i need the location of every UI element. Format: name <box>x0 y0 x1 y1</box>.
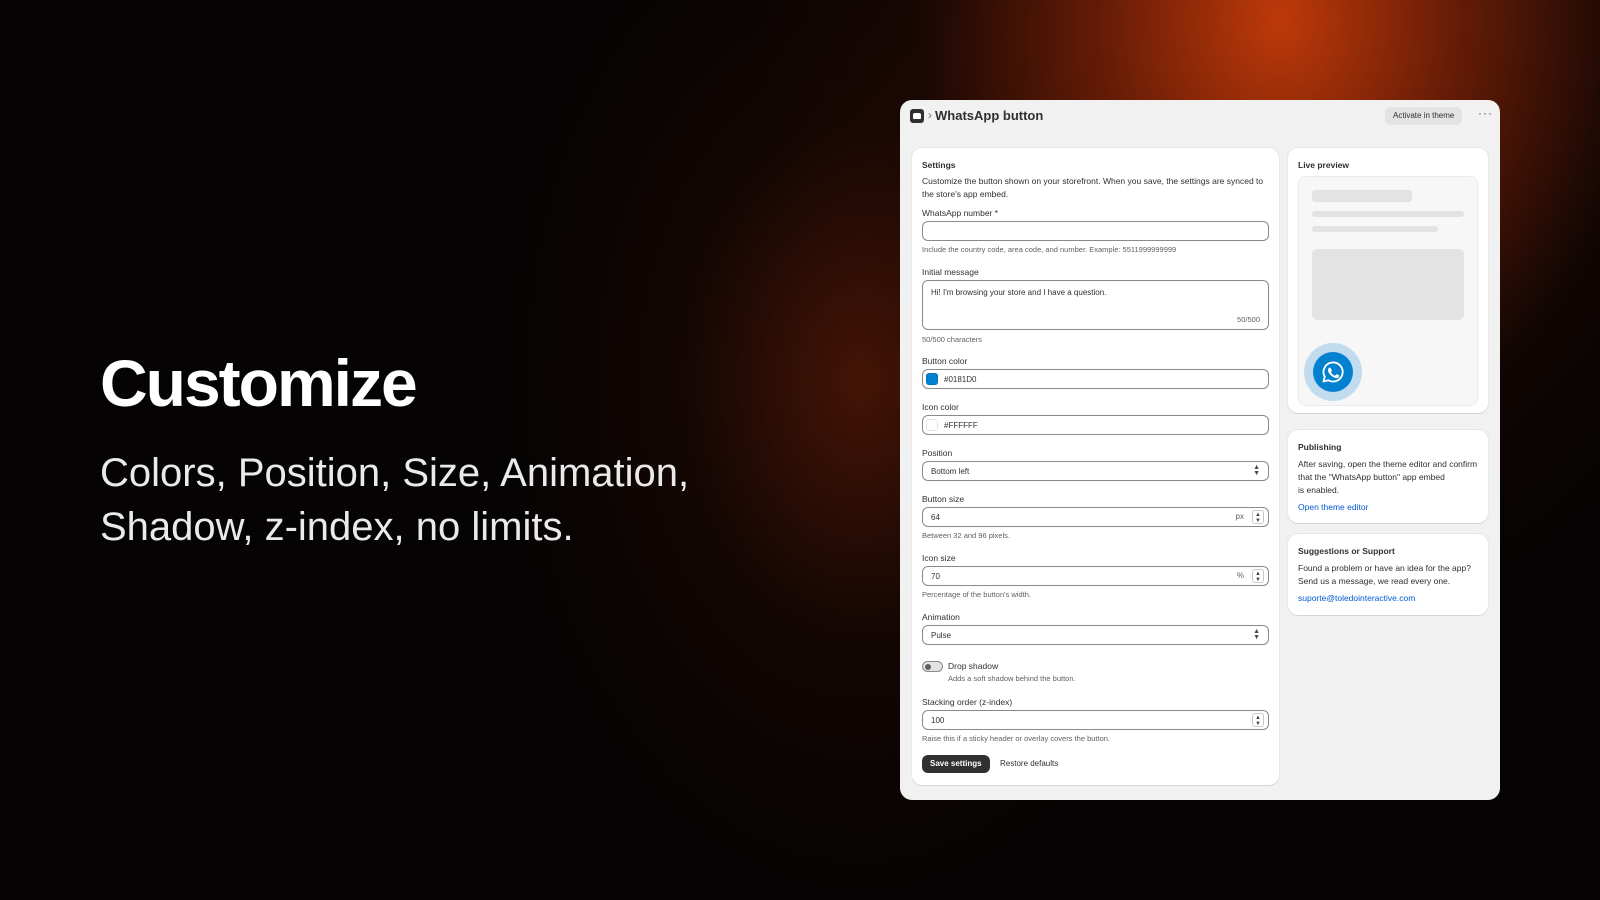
position-label: Position <box>922 448 953 458</box>
publishing-text-line-3: is enabled. <box>1298 485 1340 495</box>
z-index-value: 100 <box>931 715 945 725</box>
z-index-stepper[interactable]: ▲ ▼ <box>1252 713 1264 727</box>
button-color-value: #0181D0 <box>944 374 977 384</box>
whatsapp-number-help: Include the country code, area code, and… <box>922 245 1177 254</box>
activate-in-theme-button[interactable]: Activate in theme <box>1385 107 1463 125</box>
settings-description-line-1: Customize the button shown on your store… <box>922 176 1264 186</box>
skeleton-line <box>1312 226 1438 232</box>
button-color-input[interactable]: #0181D0 <box>922 369 1269 389</box>
hero-subtitle-line-1: Colors, Position, Size, Animation, <box>100 451 690 495</box>
restore-defaults-button[interactable]: Restore defaults <box>1000 755 1058 773</box>
button-color-label: Button color <box>922 356 968 366</box>
button-color-swatch[interactable] <box>926 373 938 385</box>
more-horizontal-icon[interactable]: ··· <box>1478 106 1493 120</box>
icon-size-unit: % <box>1236 571 1244 580</box>
button-size-stepper[interactable]: ▲ ▼ <box>1252 510 1264 524</box>
select-chevron-icon: ▲ ▼ <box>1253 628 1260 641</box>
initial-message-textarea[interactable]: Hi! I'm browsing your store and I have a… <box>922 280 1269 330</box>
button-size-help: Between 32 and 96 pixels. <box>922 531 1010 540</box>
whatsapp-number-input[interactable] <box>922 221 1269 241</box>
live-preview-title: Live preview <box>1298 160 1350 170</box>
icon-size-help: Percentage of the button's width. <box>922 590 1032 599</box>
app-topbar: › WhatsApp button Activate in theme ··· <box>900 100 1500 132</box>
button-size-label: Button size <box>922 494 965 504</box>
live-preview-card: Live preview <box>1288 148 1488 413</box>
save-settings-button[interactable]: Save settings <box>922 755 990 773</box>
z-index-help: Raise this if a sticky header or overlay… <box>922 734 1111 743</box>
support-email-link[interactable]: suporte@toledointeractive.com <box>1298 593 1415 603</box>
position-value: Bottom left <box>931 466 970 476</box>
hero-title: Customize <box>100 346 418 420</box>
initial-message-label: Initial message <box>922 267 979 277</box>
animation-select[interactable]: Pulse ▲ ▼ <box>922 625 1269 645</box>
position-select[interactable]: Bottom left ▲ ▼ <box>922 461 1269 481</box>
button-size-input[interactable]: 64 px ▲ ▼ <box>922 507 1269 527</box>
icon-size-label: Icon size <box>922 553 956 563</box>
settings-description-line-2: the store's app embed. <box>922 189 1009 199</box>
hero-subtitle: Colors, Position, Size, Animation, Shado… <box>100 446 820 554</box>
page-title: WhatsApp button <box>935 108 1044 123</box>
hero: Customize Colors, Position, Size, Animat… <box>100 350 820 554</box>
whatsapp-icon <box>1322 361 1344 383</box>
shopify-app-icon[interactable] <box>910 109 924 123</box>
publishing-text-line-1: After saving, open the theme editor and … <box>1298 459 1478 469</box>
preview-storefront <box>1298 176 1478 406</box>
z-index-label: Stacking order (z-index) <box>922 697 1013 707</box>
hero-subtitle-line-2: Shadow, z-index, no limits. <box>100 505 574 549</box>
icon-color-swatch[interactable] <box>926 419 938 431</box>
app-window: › WhatsApp button Activate in theme ··· … <box>900 100 1500 800</box>
breadcrumb-chevron-icon: › <box>928 108 932 122</box>
drop-shadow-toggle[interactable] <box>922 661 943 672</box>
z-index-input[interactable]: 100 ▲ ▼ <box>922 710 1269 730</box>
icon-size-value: 70 <box>931 571 940 581</box>
publishing-title: Publishing <box>1298 442 1342 452</box>
animation-value: Pulse <box>931 630 952 640</box>
support-title: Suggestions or Support <box>1298 546 1395 556</box>
whatsapp-number-label: WhatsApp number * <box>922 208 999 218</box>
publishing-card: Publishing After saving, open the theme … <box>1288 430 1488 523</box>
select-chevron-icon: ▲ ▼ <box>1253 464 1260 477</box>
initial-message-help: 50/500 characters <box>922 335 983 344</box>
button-size-value: 64 <box>931 512 940 522</box>
settings-title: Settings <box>922 160 956 170</box>
icon-color-label: Icon color <box>922 402 959 412</box>
skeleton-image <box>1312 249 1464 320</box>
button-size-unit: px <box>1235 512 1244 521</box>
icon-size-stepper[interactable]: ▲ ▼ <box>1252 569 1264 583</box>
skeleton-heading <box>1312 190 1412 202</box>
skeleton-line <box>1312 211 1464 217</box>
settings-card: Settings Customize the button shown on y… <box>912 148 1279 785</box>
drop-shadow-label: Drop shadow <box>948 661 999 671</box>
icon-color-input[interactable]: #FFFFFF <box>922 415 1269 435</box>
drop-shadow-help: Adds a soft shadow behind the button. <box>948 674 1076 683</box>
initial-message-value: Hi! I'm browsing your store and I have a… <box>931 288 1107 297</box>
open-theme-editor-link[interactable]: Open theme editor <box>1298 502 1368 512</box>
support-card: Suggestions or Support Found a problem o… <box>1288 534 1488 615</box>
support-text-line-2: Send us a message, we read every one. <box>1298 576 1451 586</box>
icon-size-input[interactable]: 70 % ▲ ▼ <box>922 566 1269 586</box>
support-text-line-1: Found a problem or have an idea for the … <box>1298 563 1471 573</box>
initial-message-counter: 50/500 <box>1237 315 1260 324</box>
publishing-text-line-2: that the "WhatsApp button" app embed <box>1298 472 1445 482</box>
icon-color-value: #FFFFFF <box>944 420 978 430</box>
whatsapp-preview-button[interactable] <box>1313 352 1353 392</box>
animation-label: Animation <box>922 612 960 622</box>
